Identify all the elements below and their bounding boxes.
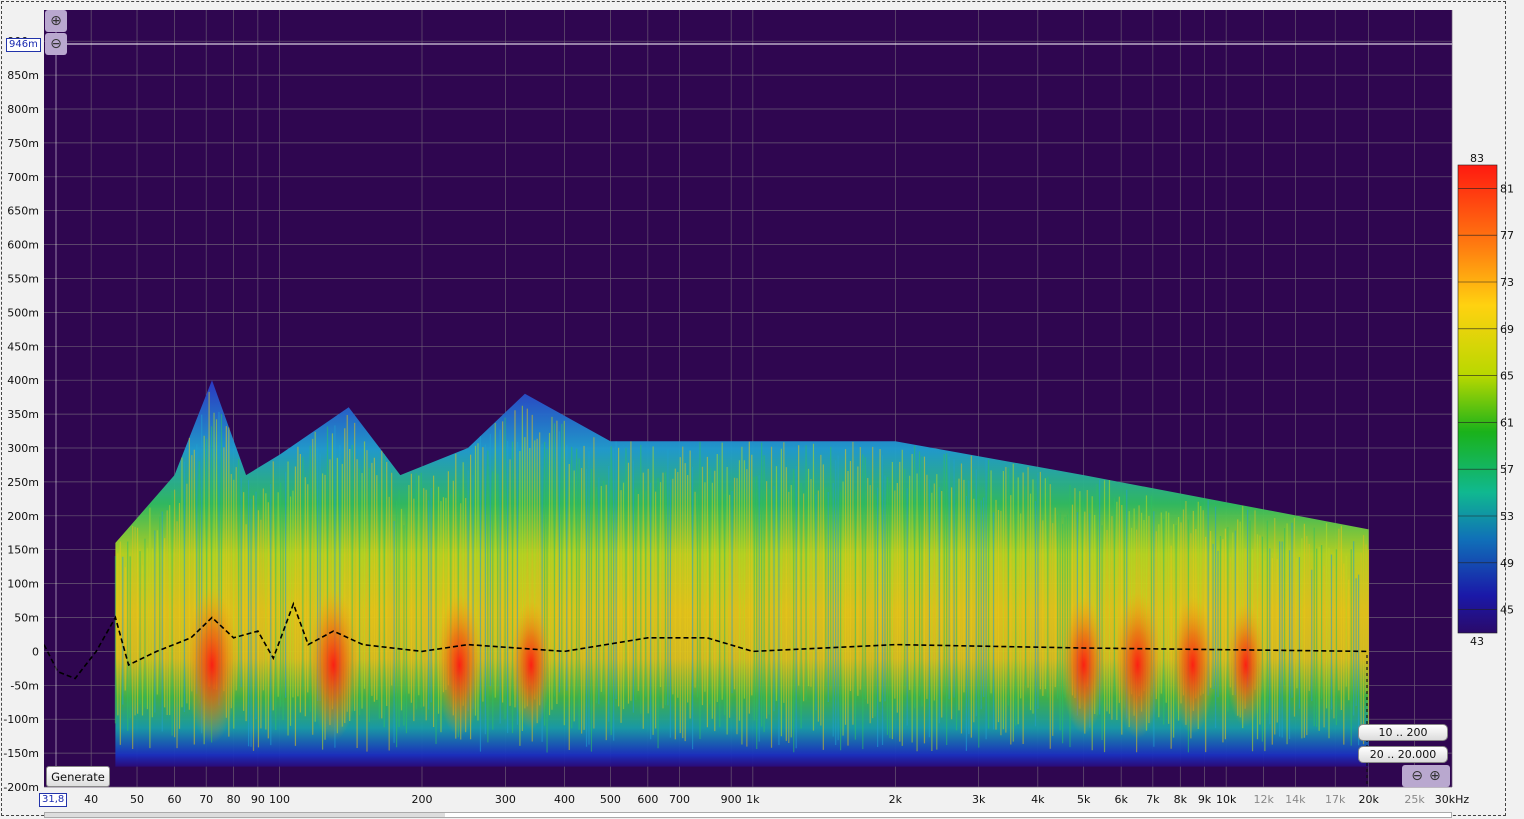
x-tick-label: 6k	[1114, 793, 1128, 806]
x-tick-label: 9k	[1198, 793, 1212, 806]
x-tick-label: 90	[251, 793, 265, 806]
bottom-zoom-group: ⊖ ⊕	[1402, 765, 1450, 787]
x-tick-label: 40	[84, 793, 98, 806]
y-tick-label: 600m	[7, 239, 39, 252]
y-tick-label: 0	[32, 645, 39, 658]
x-tick-label: 400	[554, 793, 575, 806]
x-tick-label: 8k	[1174, 793, 1188, 806]
y-tick-label: 250m	[7, 476, 39, 489]
colorbar-label: 69	[1500, 323, 1514, 336]
y-tick-label: -200m	[3, 781, 39, 794]
x-tick-label: 17k	[1325, 793, 1346, 806]
x-tick-label: 70	[199, 793, 213, 806]
hot-spot	[1113, 591, 1162, 739]
colorbar-label: 57	[1500, 463, 1514, 476]
freq-range-button[interactable]: 20 .. 20.000	[1358, 746, 1448, 763]
y-tick-label: 450m	[7, 340, 39, 353]
y-tick-label: 850m	[7, 69, 39, 82]
x-tick-label: 12k	[1253, 793, 1274, 806]
y-tick-label: 300m	[7, 442, 39, 455]
x-tick-label: 3k	[972, 793, 986, 806]
y-tick-label: 350m	[7, 408, 39, 421]
hot-spot	[1061, 596, 1106, 734]
cursor-time-readout: 946m	[6, 38, 41, 52]
y-tick-label: -50m	[10, 679, 39, 692]
x-tick-label: 60	[168, 793, 182, 806]
colorbar-label: 81	[1500, 182, 1514, 195]
colorbar-label: 43	[1470, 635, 1484, 648]
colorbar-label: 83	[1470, 152, 1484, 165]
zoom-out-icon[interactable]: ⊖	[1411, 768, 1423, 784]
hot-spot	[1170, 596, 1216, 734]
y-tick-label: 800m	[7, 103, 39, 116]
colorbar-label: 73	[1500, 276, 1514, 289]
x-tick-label: 2k	[889, 793, 903, 806]
hot-spot	[436, 593, 483, 737]
y-tick-label: 150m	[7, 544, 39, 557]
y-tick-label: 550m	[7, 272, 39, 285]
generate-button[interactable]: Generate	[46, 766, 110, 787]
cursor-freq-readout: 31,8	[39, 793, 68, 807]
x-tick-label: 80	[227, 793, 241, 806]
x-tick-label: 4k	[1031, 793, 1045, 806]
hot-spot	[510, 600, 552, 730]
scrollbar-thumb[interactable]	[45, 813, 445, 817]
x-tick-label: 20k	[1358, 793, 1379, 806]
y-tick-label: 50m	[14, 611, 39, 624]
colorbar-label: 61	[1500, 416, 1514, 429]
zoom-out-icon[interactable]: ⊖	[45, 33, 67, 55]
colorbar-label: 77	[1500, 229, 1514, 242]
y-tick-label: -150m	[3, 747, 39, 760]
y-tick-label: 400m	[7, 374, 39, 387]
hot-spot	[1226, 603, 1266, 727]
x-tick-label: 500	[600, 793, 621, 806]
x-tick-label: 25k	[1404, 793, 1425, 806]
y-tick-label: 500m	[7, 306, 39, 319]
x-tick-label: 700	[669, 793, 690, 806]
horizontal-scrollbar[interactable]	[44, 812, 1452, 818]
x-tick-label: 5k	[1077, 793, 1091, 806]
y-tick-label: 100m	[7, 578, 39, 591]
y-tick-label: 750m	[7, 137, 39, 150]
colorbar-label: 45	[1500, 604, 1514, 617]
x-tick-label: 300	[495, 793, 516, 806]
zoom-in-icon[interactable]: ⊕	[45, 10, 67, 32]
colorbar-label: 49	[1500, 557, 1514, 570]
x-tick-label: 7k	[1146, 793, 1160, 806]
time-range-button[interactable]: 10 .. 200	[1358, 724, 1448, 741]
y-tick-label: 200m	[7, 510, 39, 523]
y-tick-label: 700m	[7, 171, 39, 184]
zoom-in-icon[interactable]: ⊕	[1429, 768, 1441, 784]
x-tick-label: 900	[721, 793, 742, 806]
x-tick-label: 1k	[746, 793, 760, 806]
hot-spot	[308, 589, 359, 741]
x-tick-label: 600	[637, 793, 658, 806]
y-tick-label: -100m	[3, 713, 39, 726]
hot-spot	[185, 586, 238, 743]
colorbar-label: 65	[1500, 370, 1514, 383]
x-tick-label: 100	[269, 793, 290, 806]
waterfall-chart[interactable]: 900m850m800m750m700m650m600m550m500m450m…	[0, 0, 1524, 819]
x-tick-label: 30kHz	[1435, 793, 1470, 806]
y-tick-label: 650m	[7, 205, 39, 218]
x-tick-label: 10k	[1216, 793, 1237, 806]
x-tick-label: 200	[411, 793, 432, 806]
x-tick-label: 14k	[1285, 793, 1306, 806]
x-tick-label: 50	[130, 793, 144, 806]
colorbar-label: 53	[1500, 510, 1514, 523]
